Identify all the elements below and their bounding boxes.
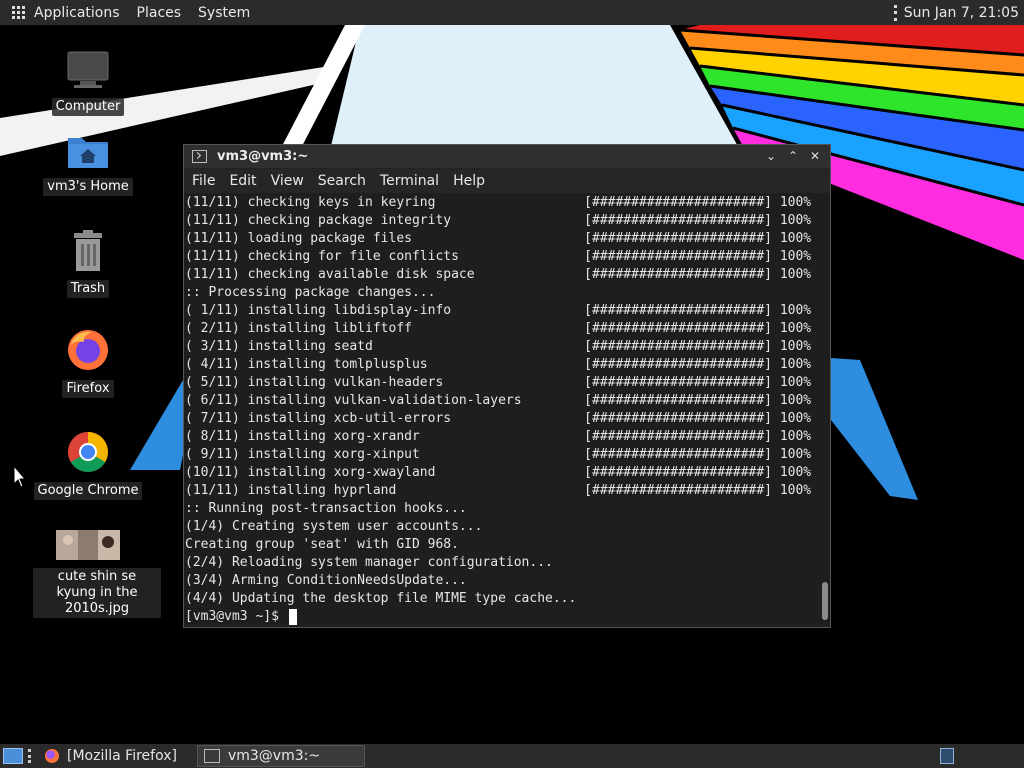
menu-help[interactable]: Help xyxy=(453,173,485,189)
firefox-icon xyxy=(68,330,108,370)
terminal-icon xyxy=(192,150,207,163)
terminal-output[interactable]: (11/11) checking keys in keyring [######… xyxy=(184,194,821,627)
terminal-line: ( 5/11) installing vulkan-headers [#####… xyxy=(185,375,812,390)
desktop-icon-label: Firefox xyxy=(62,380,114,398)
chrome-icon xyxy=(68,432,108,472)
shell-prompt: [vm3@vm3 ~]$ xyxy=(185,609,287,624)
maximize-button[interactable]: ⌃ xyxy=(782,147,804,165)
desktop-icon-firefox[interactable]: Firefox xyxy=(33,328,143,398)
desktop-icon-chrome[interactable]: Google Chrome xyxy=(33,430,143,500)
terminal-line: (11/11) checking for file conflicts [###… xyxy=(185,249,812,264)
trash-icon xyxy=(74,230,102,271)
desktop-icon-label: vm3's Home xyxy=(43,178,133,196)
terminal-line: Creating group 'seat' with GID 968. xyxy=(185,537,459,552)
desktop-icon-computer[interactable]: Computer xyxy=(33,50,143,116)
app-grid-icon[interactable] xyxy=(12,5,26,20)
terminal-line: (1/4) Creating system user accounts... xyxy=(185,519,483,534)
terminal-line: (3/4) Arming ConditionNeedsUpdate... xyxy=(185,573,467,588)
desktop-icon-home[interactable]: vm3's Home xyxy=(33,132,143,196)
bottom-taskbar: [Mozilla Firefox] vm3@vm3:~ xyxy=(0,744,1024,768)
firefox-icon xyxy=(45,749,59,763)
shell-prompt-line[interactable]: [vm3@vm3 ~]$ xyxy=(185,608,821,626)
terminal-line: (11/11) checking keys in keyring [######… xyxy=(185,195,812,210)
terminal-line: ( 8/11) installing xorg-xrandr [########… xyxy=(185,429,812,444)
workspace-switcher[interactable] xyxy=(940,748,954,764)
terminal-line: ( 1/11) installing libdisplay-info [####… xyxy=(185,303,812,318)
minimize-button[interactable]: ⌄ xyxy=(760,147,782,165)
terminal-line: :: Running post-transaction hooks... xyxy=(185,501,467,516)
terminal-menubar: File Edit View Search Terminal Help xyxy=(184,169,830,193)
menu-file[interactable]: File xyxy=(192,173,215,189)
desktop-icon-trash[interactable]: Trash xyxy=(33,230,143,298)
image-thumbnail-icon xyxy=(56,530,120,560)
taskbar-item-firefox[interactable]: [Mozilla Firefox] xyxy=(39,745,183,767)
panel-handle-icon[interactable] xyxy=(893,4,898,21)
desktop-icon-label: Trash xyxy=(66,280,110,298)
terminal-line: (11/11) loading package files [#########… xyxy=(185,231,812,246)
terminal-line: (10/11) installing xorg-xwayland [######… xyxy=(185,465,812,480)
terminal-scrollbar[interactable] xyxy=(820,194,828,626)
window-title: vm3@vm3:~ xyxy=(217,149,309,164)
desktop-icon-image-file[interactable]: cute shin se kyung in the 2010s.jpg xyxy=(33,530,161,618)
menu-view[interactable]: View xyxy=(271,173,304,189)
menu-edit[interactable]: Edit xyxy=(229,173,256,189)
terminal-line: (4/4) Updating the desktop file MIME typ… xyxy=(185,591,577,606)
computer-icon xyxy=(67,51,109,88)
terminal-line: ( 2/11) installing libliftoff [#########… xyxy=(185,321,812,336)
show-desktop-icon[interactable] xyxy=(3,748,23,764)
terminal-line: ( 4/11) installing tomlplusplus [#######… xyxy=(185,357,812,372)
terminal-line: ( 9/11) installing xorg-xinput [########… xyxy=(185,447,812,462)
desktop-icon-label: Google Chrome xyxy=(33,482,143,500)
system-menu[interactable]: System xyxy=(198,5,250,21)
taskbar-item-label: [Mozilla Firefox] xyxy=(67,748,177,764)
terminal-line: ( 3/11) installing seatd [##############… xyxy=(185,339,812,354)
places-menu[interactable]: Places xyxy=(137,5,182,21)
terminal-line: (11/11) checking available disk space [#… xyxy=(185,267,812,282)
text-cursor xyxy=(288,609,297,625)
terminal-line: (11/11) checking package integrity [####… xyxy=(185,213,812,228)
home-folder-icon xyxy=(68,138,108,168)
terminal-line: (2/4) Reloading system manager configura… xyxy=(185,555,553,570)
terminal-line: ( 7/11) installing xcb-util-errors [####… xyxy=(185,411,812,426)
terminal-line: :: Processing package changes... xyxy=(185,285,436,300)
terminal-line: (11/11) installing hyprland [###########… xyxy=(185,483,812,498)
desktop-icon-label: Computer xyxy=(51,98,125,116)
scrollbar-thumb[interactable] xyxy=(822,582,828,620)
taskbar-handle-icon[interactable] xyxy=(28,749,32,763)
top-panel-right: Sun Jan 7, 21:05 xyxy=(893,0,1019,25)
terminal-window[interactable]: vm3@vm3:~ ⌄ ⌃ ✕ File Edit View Search Te… xyxy=(183,144,831,628)
taskbar-item-terminal[interactable]: vm3@vm3:~ xyxy=(196,745,365,767)
top-panel: Applications Places System Sun Jan 7, 21… xyxy=(0,0,1024,25)
menu-terminal[interactable]: Terminal xyxy=(380,173,439,189)
taskbar-item-label: vm3@vm3:~ xyxy=(227,748,321,764)
window-titlebar[interactable]: vm3@vm3:~ ⌄ ⌃ ✕ xyxy=(184,145,830,169)
terminal-line: ( 6/11) installing vulkan-validation-lay… xyxy=(185,393,812,408)
window-controls: ⌄ ⌃ ✕ xyxy=(760,147,826,165)
close-button[interactable]: ✕ xyxy=(804,147,826,165)
applications-menu[interactable]: Applications xyxy=(34,5,120,21)
clock[interactable]: Sun Jan 7, 21:05 xyxy=(904,5,1019,21)
menu-search[interactable]: Search xyxy=(318,173,366,189)
desktop-icon-label: cute shin se kyung in the 2010s.jpg xyxy=(33,568,161,618)
terminal-icon xyxy=(203,749,220,763)
